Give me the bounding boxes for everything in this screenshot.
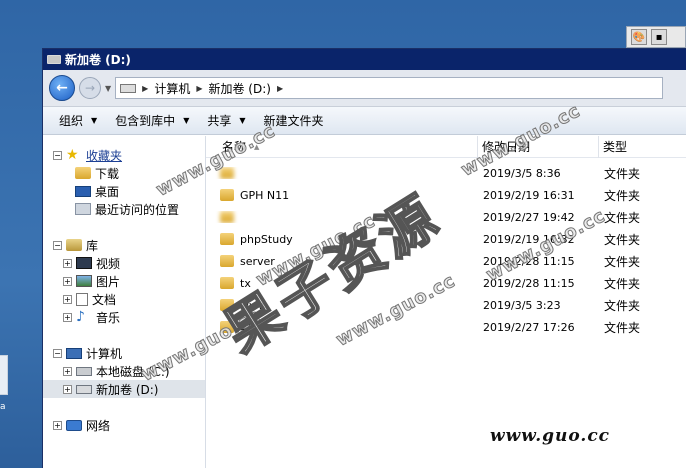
file-date: 2019/3/5 8:36 bbox=[483, 166, 561, 180]
breadcrumb-drive-d[interactable]: 新加卷 (D:) bbox=[208, 80, 270, 97]
nav-item-music[interactable]: + ♪ 音乐 bbox=[43, 308, 205, 326]
organize-button[interactable]: 组织 ▼ bbox=[59, 112, 97, 129]
desktop-icon bbox=[75, 185, 91, 197]
file-name: GPH N11 bbox=[240, 188, 290, 202]
chevron-down-icon: ▼ bbox=[91, 116, 98, 125]
expand-icon[interactable]: + bbox=[63, 276, 72, 286]
nav-item-videos[interactable]: + 视频 bbox=[43, 254, 205, 272]
table-row[interactable]: 2019/2/27 19:42 文件夹 bbox=[206, 206, 686, 228]
network-icon bbox=[66, 419, 82, 431]
library-icon bbox=[66, 239, 82, 251]
back-button[interactable]: ← bbox=[49, 75, 75, 101]
file-date: 2019/2/19 16:31 bbox=[483, 188, 575, 202]
table-row[interactable]: 2019/3/5 8:36 文件夹 bbox=[206, 162, 686, 184]
collapse-icon[interactable]: − bbox=[53, 150, 62, 160]
recent-pages-dropdown-icon[interactable]: ▼ bbox=[105, 84, 111, 93]
expand-icon[interactable]: + bbox=[63, 258, 72, 268]
organize-label: 组织 bbox=[59, 114, 84, 128]
chevron-down-icon: ▼ bbox=[183, 116, 190, 125]
forward-button[interactable]: → bbox=[79, 77, 101, 99]
expand-icon[interactable]: + bbox=[63, 366, 72, 376]
nav-item-recent[interactable]: 最近访问的位置 bbox=[43, 200, 205, 218]
nav-item-label: 文档 bbox=[92, 292, 117, 307]
include-in-library-button[interactable]: 包含到库中 ▼ bbox=[115, 112, 189, 129]
local-disk-icon bbox=[76, 366, 92, 376]
file-name: phpStudy bbox=[240, 232, 293, 246]
file-date: 2019/3/5 3:23 bbox=[483, 298, 561, 312]
file-type: 文件夹 bbox=[604, 210, 641, 225]
share-label: 共享 bbox=[207, 114, 232, 128]
chevron-right-icon[interactable]: ▶ bbox=[277, 84, 283, 93]
nav-item-label: 下载 bbox=[95, 166, 120, 181]
folder-icon bbox=[220, 211, 234, 223]
table-row[interactable]: GPH N11 2019/2/19 16:31 文件夹 bbox=[206, 184, 686, 206]
nav-item-label: 视频 bbox=[96, 256, 121, 271]
file-type: 文件夹 bbox=[604, 276, 641, 291]
nav-item-label: 最近访问的位置 bbox=[95, 202, 180, 217]
music-icon: ♪ bbox=[76, 309, 85, 325]
nav-network-label: 网络 bbox=[86, 418, 111, 433]
nav-favorites[interactable]: − ★ 收藏夹 bbox=[43, 146, 205, 164]
nav-computer-label: 计算机 bbox=[86, 346, 123, 361]
include-library-label: 包含到库中 bbox=[115, 114, 176, 128]
file-type: 文件夹 bbox=[604, 298, 641, 313]
file-name-cell: GPH N11 bbox=[206, 189, 478, 202]
file-type: 文件夹 bbox=[604, 320, 641, 335]
mini-toolbar: 🎨 ▪ bbox=[626, 26, 686, 48]
nav-item-label: 图片 bbox=[96, 274, 121, 289]
collapse-icon[interactable]: − bbox=[53, 348, 62, 358]
nav-libraries[interactable]: − 库 bbox=[43, 236, 205, 254]
paint-icon[interactable]: 🎨 bbox=[631, 29, 647, 45]
share-button[interactable]: 共享 ▼ bbox=[207, 112, 245, 129]
drive-icon bbox=[76, 384, 92, 394]
file-name-cell bbox=[206, 167, 478, 179]
expand-icon[interactable]: + bbox=[63, 294, 72, 304]
file-type: 文件夹 bbox=[604, 232, 641, 247]
file-date: 2019/2/27 17:26 bbox=[483, 320, 575, 334]
chevron-right-icon[interactable]: ▶ bbox=[142, 84, 148, 93]
folder-icon bbox=[220, 189, 234, 201]
nav-item-documents[interactable]: + 文档 bbox=[43, 290, 205, 308]
expand-icon[interactable]: + bbox=[63, 312, 72, 322]
nav-libraries-label: 库 bbox=[86, 238, 99, 253]
recent-places-icon bbox=[75, 203, 91, 215]
folder-icon bbox=[220, 255, 234, 267]
nav-item-label: 音乐 bbox=[96, 310, 121, 325]
address-bar-row: ← → ▼ ▶ 计算机 ▶ 新加卷 (D:) ▶ bbox=[43, 70, 686, 107]
watermark-corner: www.guo.cc bbox=[490, 426, 611, 446]
window-title: 新加卷 (D:) bbox=[65, 53, 131, 67]
nav-network[interactable]: + 网络 bbox=[43, 416, 205, 434]
folder-icon bbox=[220, 233, 234, 245]
column-header-type[interactable]: 类型 bbox=[599, 136, 686, 158]
title-bar[interactable]: 新加卷 (D:) bbox=[43, 49, 686, 70]
star-icon: ★ bbox=[66, 147, 79, 163]
pictures-icon bbox=[76, 275, 92, 287]
drive-icon bbox=[47, 55, 61, 64]
folder-icon bbox=[75, 167, 91, 179]
file-type: 文件夹 bbox=[604, 254, 641, 269]
chevron-down-icon: ▼ bbox=[239, 116, 246, 125]
expand-icon[interactable]: + bbox=[53, 420, 62, 430]
nav-favorites-label: 收藏夹 bbox=[86, 148, 123, 163]
video-icon bbox=[76, 257, 92, 269]
nav-item-label: 桌面 bbox=[95, 184, 120, 199]
chevron-right-icon[interactable]: ▶ bbox=[196, 84, 202, 93]
command-bar: 组织 ▼ 包含到库中 ▼ 共享 ▼ 新建文件夹 bbox=[43, 107, 686, 135]
collapse-icon[interactable]: − bbox=[53, 240, 62, 250]
desktop-icon-label: a bbox=[0, 402, 6, 412]
file-type: 文件夹 bbox=[604, 188, 641, 203]
file-type: 文件夹 bbox=[604, 166, 641, 181]
drive-icon bbox=[120, 83, 137, 93]
nav-item-drive-d[interactable]: + 新加卷 (D:) bbox=[43, 380, 205, 398]
address-box[interactable]: ▶ 计算机 ▶ 新加卷 (D:) ▶ bbox=[115, 77, 664, 99]
breadcrumb-computer[interactable]: 计算机 bbox=[154, 80, 190, 97]
column-type-label: 类型 bbox=[603, 140, 628, 154]
document-icon bbox=[76, 292, 88, 306]
expand-icon[interactable]: + bbox=[63, 384, 72, 394]
desktop-file-icon[interactable] bbox=[0, 355, 8, 395]
nav-item-pictures[interactable]: + 图片 bbox=[43, 272, 205, 290]
explorer-body: − ★ 收藏夹 下载 桌面 最近访问的位置 − 库 + 视频 + 图片 + 文档… bbox=[43, 135, 686, 468]
computer-icon bbox=[66, 347, 82, 359]
save-icon[interactable]: ▪ bbox=[651, 29, 667, 45]
